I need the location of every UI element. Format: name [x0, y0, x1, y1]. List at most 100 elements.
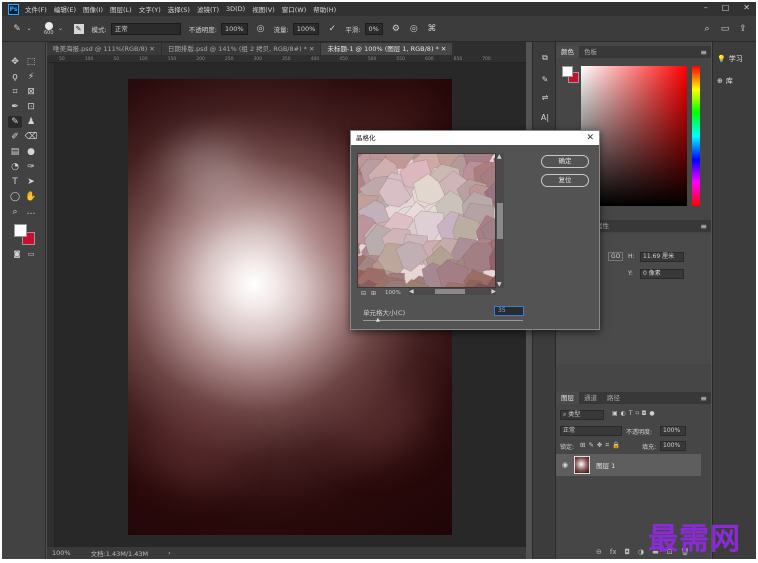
link-layers-icon[interactable]: ⊖ — [596, 548, 602, 556]
menu-select[interactable]: 选择(S) — [168, 4, 190, 14]
close-icon[interactable]: ✕ — [309, 45, 314, 53]
eye-icon[interactable]: ◉ — [562, 461, 568, 469]
marquee-tool-icon[interactable]: ⬚ — [24, 56, 38, 68]
menu-3d[interactable]: 3D(D) — [226, 5, 245, 13]
preview-vertical-scrollbar[interactable]: ▲ ▼ — [496, 153, 504, 288]
search-icon[interactable]: ⌕ — [702, 24, 712, 34]
stamp-tool-icon[interactable]: ♟ — [24, 116, 38, 128]
y-input[interactable]: 0 像素 — [640, 269, 684, 279]
tab-untitled[interactable]: 未标题-1 @ 100% (图层 1, RGB/8) * ✕ — [321, 43, 453, 55]
screen-mode-icon[interactable]: ▭ — [24, 248, 38, 260]
magic-wand-icon[interactable]: ⚡ — [24, 71, 38, 83]
chevron-down-icon[interactable]: ⌄ — [24, 24, 34, 34]
frame-select-icon[interactable]: ⊡ — [24, 101, 38, 113]
brush-tool-icon[interactable]: ✎ — [12, 24, 22, 34]
foreground-color-swatch[interactable] — [14, 224, 27, 237]
fill-input[interactable]: 100% — [660, 441, 686, 451]
smoothing-input[interactable]: 0% — [364, 22, 383, 35]
tab-layers[interactable]: 图层 — [556, 392, 579, 404]
zoom-in-button[interactable]: ⊞ — [371, 290, 376, 297]
share-icon[interactable]: ⇪ — [738, 24, 748, 34]
add-mask-icon[interactable]: ◘ — [624, 548, 630, 556]
blur-tool-icon[interactable]: ● — [24, 146, 38, 158]
close-icon[interactable]: ✕ — [149, 45, 154, 53]
arrow-down-icon[interactable]: ▼ — [497, 281, 502, 288]
tab-color[interactable]: 颜色 — [556, 46, 579, 58]
airbrush-icon[interactable]: ✓ — [327, 24, 337, 34]
slider-thumb[interactable]: ▲ — [376, 317, 380, 323]
hue-slider[interactable] — [692, 66, 700, 206]
libraries-panel-button[interactable]: ⊕ 库 — [717, 76, 733, 86]
layer-thumbnail[interactable] — [574, 456, 591, 474]
zoom-tool-icon[interactable]: ⌕ — [8, 206, 22, 218]
preview-horizontal-scrollbar[interactable]: ◀ ▶ — [409, 288, 496, 295]
filter-preview[interactable] — [357, 153, 496, 288]
crop-tool-icon[interactable]: ⌗ — [8, 86, 22, 98]
menu-help[interactable]: 帮助(H) — [313, 4, 336, 14]
menu-type[interactable]: 文字(Y) — [139, 4, 161, 14]
hand-tool-icon[interactable]: ✋ — [24, 191, 38, 203]
zoom-out-button[interactable]: ⊟ — [361, 290, 366, 297]
menu-image[interactable]: 图像(I) — [83, 4, 103, 14]
arrow-up-icon[interactable]: ▲ — [497, 153, 502, 160]
document-size[interactable]: 文档:1.43M/1.43M — [91, 548, 149, 558]
gear-icon[interactable]: ⚙ — [391, 24, 401, 34]
menu-window[interactable]: 窗口(W) — [282, 4, 307, 14]
panel-menu-icon[interactable]: ≡ — [700, 222, 707, 231]
layer-row[interactable]: ◉ 图层 1 — [556, 454, 701, 476]
maximize-button[interactable]: □ — [722, 3, 730, 12]
tab-poster[interactable]: 唯美海报.psd @ 111%(RGB/8) ✕ — [47, 43, 161, 55]
lasso-tool-icon[interactable]: ϙ — [8, 71, 22, 83]
photoshop-logo-icon[interactable]: Ps — [8, 3, 19, 15]
gradient-tool-icon[interactable]: ▤ — [8, 146, 22, 158]
layer-name[interactable]: 图层 1 — [596, 460, 615, 470]
chevron-down-icon[interactable]: ⌄ — [56, 24, 66, 34]
adjustment-layer-icon[interactable]: ◑ — [638, 548, 644, 556]
panel-menu-icon[interactable]: ≡ — [700, 48, 707, 57]
layer-opacity-input[interactable]: 100% — [660, 426, 686, 436]
type-tool-icon[interactable]: T — [8, 176, 22, 188]
chevron-right-icon[interactable]: › — [168, 549, 171, 557]
menu-file[interactable]: 文件(F) — [25, 4, 47, 14]
flow-input[interactable]: 100% — [292, 22, 320, 35]
pressure-opacity-icon[interactable]: ◎ — [256, 24, 266, 34]
cell-size-slider[interactable] — [363, 320, 523, 321]
path-select-icon[interactable]: ➤ — [24, 176, 38, 188]
brush-tool-icon[interactable]: ✎ — [8, 116, 22, 128]
close-icon[interactable]: ✕ — [441, 45, 446, 53]
pressure-size-icon[interactable]: ◎ — [409, 24, 419, 34]
quick-mask-icon[interactable]: ◙ — [10, 248, 24, 260]
tab-channels[interactable]: 通道 — [579, 392, 602, 404]
link-button[interactable]: GO — [608, 252, 624, 261]
learn-panel-button[interactable]: 💡 学习 — [717, 54, 743, 64]
history-panel-icon[interactable]: ⧉ — [538, 52, 552, 64]
cell-size-input[interactable]: 35 — [494, 306, 524, 316]
character-panel-icon[interactable]: A| — [538, 112, 552, 124]
zoom-level[interactable]: 100% — [52, 549, 71, 557]
close-window-button[interactable]: ✕ — [743, 3, 750, 12]
blend-mode-select[interactable]: 正常 — [560, 426, 622, 436]
brush-preset-icon[interactable] — [44, 21, 53, 30]
eyedropper-icon[interactable]: ✒ — [8, 101, 22, 113]
layer-filter-icons[interactable]: ▣◐T⌑◘● — [612, 410, 658, 417]
mode-select[interactable]: 正常 — [110, 22, 181, 35]
menu-filter[interactable]: 滤镜(T) — [197, 4, 219, 14]
workspace-icon[interactable]: ▭ — [720, 24, 730, 34]
panel-menu-icon[interactable]: ≡ — [700, 394, 707, 403]
layer-filter-select[interactable]: ⌕ 类型 — [560, 410, 604, 420]
tab-swatches[interactable]: 色板 — [579, 46, 602, 58]
brush-settings-icon[interactable]: ✎ — [73, 23, 84, 34]
height-input[interactable]: 11.69 厘米 — [640, 252, 684, 262]
menu-edit[interactable]: 编辑(E) — [54, 4, 76, 14]
tab-date-layout[interactable]: 日期排版.psd @ 141% (组 2 拷贝, RGB/8#) * ✕ — [161, 43, 321, 55]
menu-layer[interactable]: 图层(L) — [110, 4, 132, 14]
more-tools-icon[interactable]: … — [24, 206, 38, 218]
reset-button[interactable]: 复位 — [541, 174, 589, 187]
fx-icon[interactable]: fx — [610, 548, 617, 556]
frame-tool-icon[interactable]: ⊠ — [24, 86, 38, 98]
dialog-close-button[interactable]: ✕ — [586, 131, 594, 145]
symmetry-icon[interactable]: ⌘ — [427, 24, 437, 34]
eraser-icon[interactable]: ⌫ — [24, 131, 38, 143]
lock-icons[interactable]: ⊞✎✥⌗🔒 — [580, 441, 623, 450]
minimize-button[interactable]: – — [704, 3, 708, 12]
